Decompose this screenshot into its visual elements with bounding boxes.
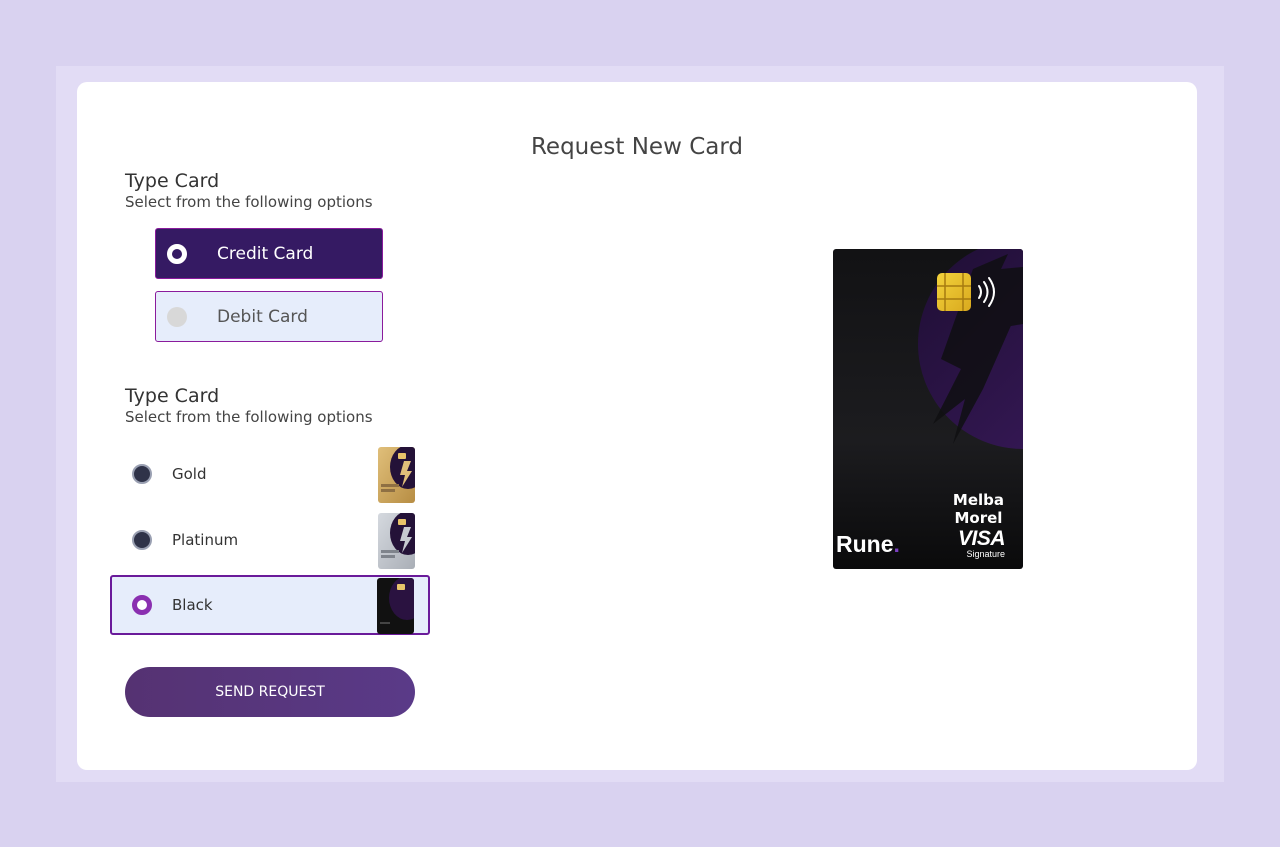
send-request-button[interactable]: SEND REQUEST	[125, 667, 415, 717]
brand-name: Rune	[836, 531, 894, 557]
credit-card-option[interactable]: Credit Card	[155, 228, 383, 279]
card-preview: Melba Morel Rune. VISA Signature	[833, 249, 1023, 569]
radio-unselected-icon	[132, 464, 152, 484]
radio-selected-icon	[132, 595, 152, 615]
credit-card-label: Credit Card	[217, 243, 314, 264]
tier-label-black: Black	[172, 596, 213, 614]
brand-logo: Rune.	[836, 531, 900, 558]
black-card-thumbnail	[377, 578, 414, 634]
cardholder-first-name: Melba	[952, 491, 1004, 509]
visa-logo: VISA	[957, 527, 1006, 550]
radio-selected-icon	[167, 243, 187, 264]
debit-card-option[interactable]: Debit Card	[155, 291, 383, 342]
tier-section-subtitle: Select from the following options	[125, 408, 373, 426]
tier-label-gold: Gold	[172, 465, 207, 483]
radio-unselected-icon	[132, 530, 152, 550]
gold-card-thumbnail	[378, 447, 415, 503]
type-section-title: Type Card	[125, 170, 220, 192]
tier-section-title: Type Card	[125, 385, 220, 407]
radio-unselected-icon	[167, 306, 187, 327]
tier-option-black[interactable]: Black	[110, 575, 430, 635]
tier-label-platinum: Platinum	[172, 531, 239, 549]
page-title: Request New Card	[530, 134, 744, 160]
cardholder-last-name: Morel	[954, 509, 1003, 527]
type-section-subtitle: Select from the following options	[125, 193, 373, 211]
brand-dot: .	[893, 531, 900, 557]
debit-card-label: Debit Card	[217, 306, 308, 327]
cardholder-name: Melba Morel	[953, 491, 1004, 527]
visa-signature-label: Signature	[966, 549, 1005, 559]
tier-option-gold[interactable]: Gold	[110, 444, 430, 504]
platinum-card-thumbnail	[378, 513, 415, 569]
request-card-panel: Request New Card Type Card Select from t…	[77, 82, 1197, 770]
tier-option-platinum[interactable]: Platinum	[110, 510, 430, 570]
